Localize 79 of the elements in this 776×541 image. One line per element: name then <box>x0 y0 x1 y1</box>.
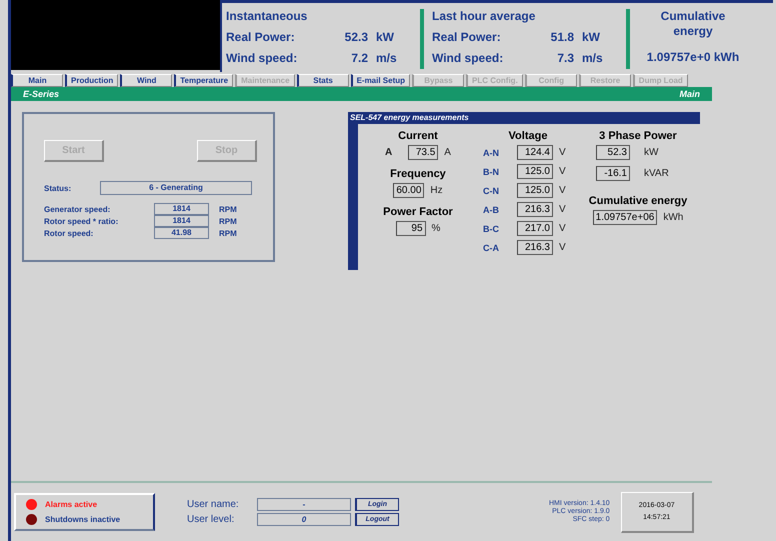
field-label: User level: <box>187 514 236 525</box>
section-title: Current <box>398 130 438 142</box>
phase-label: B-N <box>483 166 500 176</box>
section-title: Last hour average <box>432 9 536 25</box>
value-field: 1.09757e+06 <box>592 210 658 225</box>
tab[interactable]: E-mail Setup <box>350 74 410 87</box>
tab[interactable]: Temperature <box>174 74 234 87</box>
section-title: Cumulative energy <box>660 9 726 39</box>
panel-title: SEL-547 energy measurements <box>348 112 700 124</box>
unit-label: % <box>432 223 440 234</box>
phase-label: A-B <box>483 204 500 214</box>
value-field: 125.0 <box>517 164 553 179</box>
alarm-text: Shutdowns inactive <box>45 515 120 524</box>
section-title: Instantaneous <box>226 9 308 25</box>
unit-label: kW <box>375 30 395 44</box>
unit-label: RPM <box>219 204 238 214</box>
tab[interactable]: Stats <box>296 74 349 87</box>
field-label: User name: <box>187 499 240 510</box>
unit-label: V <box>559 185 567 196</box>
field-label: Wind speed: <box>432 51 504 65</box>
value-text: 52.3 <box>344 30 368 44</box>
unit-label: kVAR <box>644 168 670 179</box>
unit-label: kWh <box>663 212 684 223</box>
value-field: 217.0 <box>517 221 553 236</box>
section-title: Voltage <box>508 130 548 142</box>
value-field: 95 <box>396 221 426 236</box>
unit-label: kW <box>581 30 601 44</box>
input-field[interactable]: - <box>257 498 351 511</box>
input-field[interactable]: 0 <box>257 513 351 526</box>
value-text: 1.09757e+0 kWh <box>646 50 740 64</box>
unit-label: m/s <box>375 51 398 65</box>
value-field: 1814 <box>154 215 209 227</box>
section-title: Frequency <box>390 168 446 180</box>
field-label: Generator speed: <box>44 204 112 214</box>
status-field: 6 - Generating <box>100 181 252 195</box>
unit-label: kW <box>644 147 660 158</box>
field-label: Rotor speed * ratio: <box>44 216 120 226</box>
unit-label: A <box>444 147 451 158</box>
unit-label: V <box>559 147 567 158</box>
tab[interactable]: Wind <box>120 74 172 87</box>
unit-label: V <box>559 223 567 234</box>
value-field: 73.5 <box>408 145 438 160</box>
phase-label: C-A <box>483 242 500 252</box>
value-field: -16.1 <box>596 166 630 181</box>
unit-label: m/s <box>581 51 604 65</box>
value-field: 216.3 <box>517 240 553 255</box>
value-field: 1814 <box>154 203 209 215</box>
section-title: Cumulative energy <box>588 195 688 207</box>
value-field: 60.00 <box>393 183 424 198</box>
unit-label: V <box>559 204 567 215</box>
unit-label: RPM <box>219 216 238 226</box>
section-title: Power Factor <box>383 206 453 218</box>
value-text: 51.8 <box>550 30 574 44</box>
value-field: 41.98 <box>154 227 209 239</box>
unit-label: V <box>559 242 567 253</box>
value-text: 7.2 <box>350 51 368 65</box>
value-text: 7.3 <box>556 51 574 65</box>
tab[interactable]: Production <box>65 74 118 87</box>
field-label: Rotor speed: <box>44 228 94 238</box>
phase-label: C-N <box>483 186 500 196</box>
phase-label: B-C <box>483 224 500 234</box>
tab[interactable]: Main <box>11 74 63 87</box>
alarm-text: Alarms active <box>45 500 98 509</box>
field-label: Real Power: <box>226 30 296 44</box>
unit-label: RPM <box>219 228 238 238</box>
value-field: 125.0 <box>517 183 553 198</box>
field-label: Real Power: <box>432 30 502 44</box>
field-label: Wind speed: <box>226 51 298 65</box>
unit-label: Hz <box>430 185 443 196</box>
unit-label: V <box>559 166 567 177</box>
phase-label: A-N <box>483 148 500 158</box>
value-field: 124.4 <box>517 145 553 160</box>
banner-text: Main <box>679 89 700 99</box>
phase-label: A <box>385 147 392 158</box>
value-field: 216.3 <box>517 202 553 217</box>
banner-text: E-Series <box>23 89 60 99</box>
value-field: 52.3 <box>596 145 630 160</box>
section-title: 3 Phase Power <box>599 130 677 142</box>
field-label: Status: <box>44 184 72 192</box>
